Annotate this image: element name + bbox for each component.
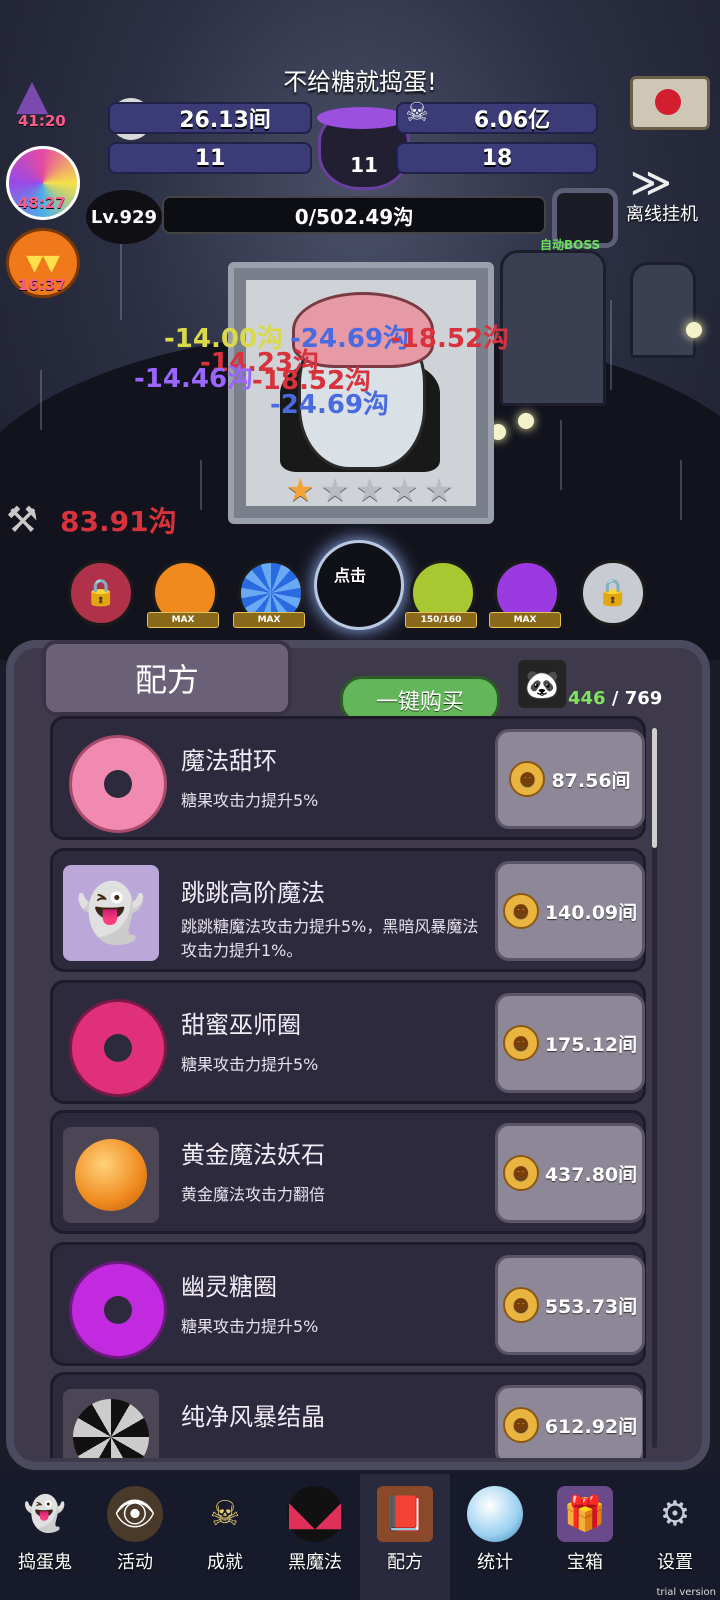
recipe-name: 黄金魔法妖石	[181, 1141, 325, 1169]
pumpkin-timer: 16:37	[18, 276, 66, 294]
buy-recipe-button[interactable]: ☻ 437.80间	[495, 1123, 645, 1223]
recipe-desc: 跳跳糖魔法攻击力提升5%，黑暗风暴魔法攻击力提升1%。	[181, 917, 479, 960]
pumpkin-coin-icon: ☻	[502, 893, 539, 929]
nav-item-recipes[interactable]: 📕 配方	[360, 1474, 450, 1600]
pumpkin-coin-icon: ☻	[502, 1155, 539, 1191]
panel-title: 配方	[42, 640, 292, 716]
offline-idle-label[interactable]: 离线挂机	[626, 200, 698, 226]
tap-label: 点击	[334, 566, 367, 585]
eyeball-cake-icon: 👁	[107, 1486, 163, 1542]
skill-progress-tag: 150/160	[405, 612, 477, 628]
locked-skill-button[interactable]: 🔒	[580, 560, 646, 626]
nav-item-dark-magic[interactable]: ◣◢ 黑魔法	[270, 1474, 360, 1600]
glowing-eye	[518, 413, 534, 429]
recipe-book-icon: 📕	[377, 1486, 433, 1542]
recipe-item: 幽灵糖圈 糖果攻击力提升5% ☻ 553.73间	[50, 1242, 646, 1366]
level-badge: Lv.929	[86, 190, 162, 244]
cauldron-count: 11	[350, 153, 378, 177]
recipe-desc: 糖果攻击力提升5%	[181, 1055, 319, 1074]
glowing-eye	[686, 322, 702, 338]
recipe-desc: 糖果攻击力提升5%	[181, 1317, 319, 1336]
bottom-nav: 👻 捣蛋鬼 👁 活动 ☠ 成就 ◣◢ 黑魔法 📕 配方 统计 🎁 宝箱 ⚙ 设置…	[0, 1474, 720, 1600]
damage-number: -18.52沟	[390, 324, 510, 354]
mail-icon[interactable]	[630, 76, 710, 130]
skill-max-tag: MAX	[233, 612, 305, 628]
bat-count-value: 11	[108, 142, 312, 174]
gift-box-icon: 🎁	[557, 1486, 613, 1542]
buy-recipe-button[interactable]: ☻ 553.73间	[495, 1255, 645, 1355]
magenta-donut-icon	[69, 999, 167, 1097]
recipe-item: 黄金魔法妖石 黄金魔法攻击力翻倍 ☻ 437.80间	[50, 1110, 646, 1234]
star-icon: ★	[320, 471, 350, 509]
recipe-price: 553.73间	[544, 1295, 638, 1318]
recipe-desc: 黄金魔法攻击力翻倍	[181, 1185, 326, 1204]
ghost-mask-icon: 👻	[63, 865, 159, 961]
nav-item-trickster[interactable]: 👻 捣蛋鬼	[0, 1474, 90, 1600]
buy-recipe-button[interactable]: ☻ 612.92间	[495, 1385, 643, 1458]
recipe-item: 魔法甜环 糖果攻击力提升5% ☻ 87.56间	[50, 716, 646, 840]
star-rating: ★ ★ ★ ★ ★	[286, 474, 453, 506]
skill-max-tag: MAX	[147, 612, 219, 628]
crystal-ball-icon	[467, 1486, 523, 1542]
buy-recipe-button[interactable]: ☻ 175.12间	[495, 993, 645, 1093]
star-icon: ★	[355, 471, 385, 509]
scrollbar-thumb[interactable]	[652, 728, 657, 848]
recipe-item: 甜蜜巫师圈 糖果攻击力提升5% ☻ 175.12间	[50, 980, 646, 1104]
nav-item-settings[interactable]: ⚙ 设置	[630, 1474, 720, 1600]
pink-donut-icon	[69, 735, 167, 833]
pumpkin-coin-icon: ☻	[502, 1025, 539, 1061]
swirl-crystal-icon	[63, 1389, 159, 1458]
tombstone	[630, 262, 696, 358]
recipe-name: 甜蜜巫师圈	[181, 1011, 301, 1039]
recipe-name: 幽灵糖圈	[181, 1273, 277, 1301]
star-icon: ★	[424, 471, 454, 509]
recipe-price: 87.56间	[551, 769, 631, 792]
recipe-price: 140.09间	[544, 901, 638, 924]
recipe-name: 纯净风暴结晶	[181, 1403, 325, 1431]
xp-bar: 0/502.49沟	[162, 196, 546, 234]
purple-donut-icon	[69, 1261, 167, 1359]
tombstone	[500, 250, 606, 406]
recipe-item: 纯净风暴结晶 ☻ 612.92间	[50, 1372, 646, 1458]
nav-item-achievements[interactable]: ☠ 成就	[180, 1474, 270, 1600]
recipe-price: 175.12间	[544, 1033, 638, 1056]
recipe-name: 魔法甜环	[181, 747, 277, 775]
lollipop-timer: 48:27	[18, 194, 66, 212]
recipe-item: 👻 跳跳高阶魔法 跳跳糖魔法攻击力提升5%，黑暗风暴魔法攻击力提升1%。 ☻ 1…	[50, 848, 646, 972]
trial-watermark: trial version	[656, 1587, 716, 1598]
star-icon: ★	[286, 471, 315, 509]
nav-item-chest[interactable]: 🎁 宝箱	[540, 1474, 630, 1600]
locked-skill-button[interactable]: 🔒	[68, 560, 134, 626]
nav-item-events[interactable]: 👁 活动	[90, 1474, 180, 1600]
pumpkin-coin-icon: ☻	[502, 1407, 539, 1443]
skull-bottle-icon: ☠	[405, 98, 429, 128]
recipe-count: 446 / 769	[568, 688, 663, 709]
recipe-price: 612.92间	[544, 1415, 638, 1438]
skill-max-tag: MAX	[489, 612, 561, 628]
candy-rate-value: 26.13间	[108, 102, 312, 134]
panda-icon: 🐼	[518, 660, 566, 708]
demon-icon: ◣◢	[287, 1486, 343, 1542]
damage-number: -24.69沟	[270, 390, 390, 420]
buy-recipe-button[interactable]: ☻ 87.56间	[495, 729, 645, 829]
star-icon: ★	[390, 471, 419, 509]
auto-boss-label: 自动BOSS	[540, 238, 601, 252]
recipe-price: 437.80间	[544, 1163, 638, 1186]
gear-icon: ⚙	[659, 1494, 691, 1534]
pumpkin-coin-icon: ☻	[509, 761, 546, 797]
orange-candy-icon	[63, 1127, 159, 1223]
axe-damage-number: 83.91沟	[60, 505, 177, 538]
candy-corn-value: 18	[396, 142, 598, 174]
skull-trophy-icon: ☠	[209, 1494, 241, 1534]
recipe-name: 跳跳高阶魔法	[181, 879, 325, 907]
buy-recipe-button[interactable]: ☻ 140.09间	[495, 861, 645, 961]
pumpkin-coin-icon: ☻	[502, 1287, 539, 1323]
damage-number: -14.46沟	[134, 364, 254, 394]
recipe-desc: 糖果攻击力提升5%	[181, 791, 319, 810]
witch-hat-timer: 41:20	[18, 112, 66, 130]
axe-icon: ⚒	[6, 500, 39, 541]
event-title: 不给糖就捣蛋!	[283, 68, 437, 96]
ghost-icon: 👻	[23, 1494, 67, 1534]
nav-item-stats[interactable]: 统计	[450, 1474, 540, 1600]
